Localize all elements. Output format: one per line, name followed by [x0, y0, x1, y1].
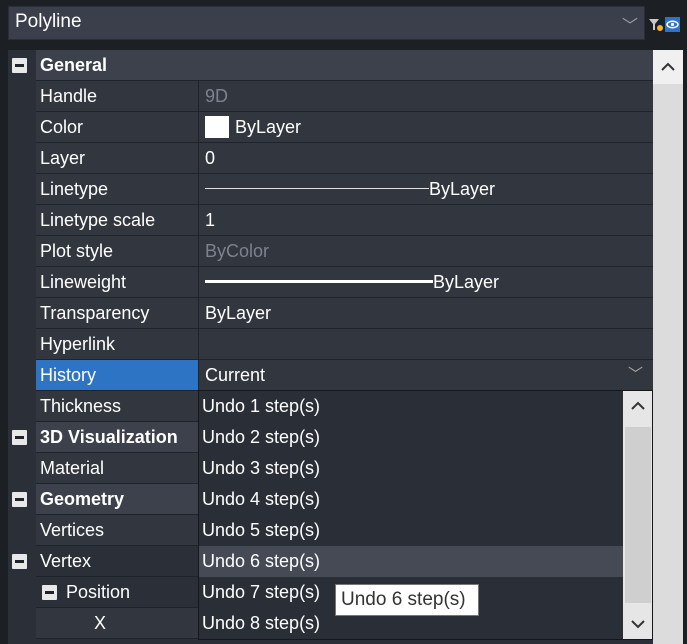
dropdown-option[interactable]: Undo 3 step(s) [199, 453, 623, 484]
property-name: Plot style [36, 236, 198, 266]
panel-scrollbar[interactable] [653, 50, 683, 644]
object-type-select[interactable]: Polyline ﹀ [8, 6, 645, 40]
property-name: Vertices [36, 515, 198, 545]
position-label: Position [66, 582, 131, 602]
property-value: 0 [198, 143, 653, 173]
property-name: Material [36, 453, 198, 483]
history-combo[interactable]: Current ﹀ [198, 360, 653, 390]
chevron-up-icon [661, 62, 675, 71]
property-name: Position [36, 577, 198, 607]
property-value: ByLayer [198, 112, 653, 142]
history-value: Current [205, 365, 266, 385]
linetype-value: ByLayer [429, 179, 496, 199]
color-value: ByLayer [235, 117, 302, 137]
tooltip: Undo 6 step(s) [335, 584, 479, 616]
dropdown-option[interactable]: Undo 5 step(s) [199, 515, 623, 546]
property-name: Layer [36, 143, 198, 173]
property-name: Handle [36, 81, 198, 111]
property-value: 1 [198, 205, 653, 235]
property-name: Vertex [36, 546, 198, 576]
chevron-down-icon: ﹀ [621, 18, 638, 35]
property-row-lineweight[interactable]: Lineweight ByLayer [8, 267, 653, 298]
minus-box-icon[interactable] [12, 492, 27, 507]
property-value: ByLayer [198, 298, 653, 328]
property-row-hyperlink[interactable]: Hyperlink [8, 329, 653, 360]
minus-box-icon[interactable] [12, 554, 27, 569]
property-value [198, 329, 653, 359]
dropdown-option[interactable]: Undo 2 step(s) [199, 422, 623, 453]
chevron-down-icon[interactable] [623, 609, 653, 639]
property-row-history[interactable]: History Current ﹀ [8, 360, 653, 391]
dropdown-scrollbar[interactable] [623, 391, 653, 639]
property-row-linetype[interactable]: Linetype ByLayer [8, 174, 653, 205]
property-name: Thickness [36, 391, 198, 421]
scroll-up-button[interactable] [653, 50, 683, 84]
topbar-tools [648, 14, 682, 36]
lineweight-preview-icon [205, 280, 433, 284]
property-row-transparency[interactable]: Transparency ByLayer [8, 298, 653, 329]
dropdown-option[interactable]: Undo 4 step(s) [199, 484, 623, 515]
dropdown-option-highlighted[interactable]: Undo 6 step(s) [199, 546, 623, 577]
minus-box-icon[interactable] [12, 58, 27, 73]
property-value: 9D [198, 81, 653, 111]
property-name: History [36, 360, 198, 390]
lineweight-value: ByLayer [433, 272, 500, 292]
property-name: Transparency [36, 298, 198, 328]
property-name: Color [36, 112, 198, 142]
property-name: Linetype scale [36, 205, 198, 235]
scroll-thumb[interactable] [625, 427, 651, 603]
property-row-layer[interactable]: Layer 0 [8, 143, 653, 174]
linetype-preview-icon [205, 188, 429, 190]
filter-icon[interactable] [649, 19, 663, 31]
color-swatch-icon [205, 115, 229, 138]
property-value: ByLayer [198, 267, 653, 297]
property-row-plot-style[interactable]: Plot style ByColor [8, 236, 653, 267]
dropdown-option[interactable]: Undo 1 step(s) [199, 391, 623, 422]
property-value: ByLayer [198, 174, 653, 204]
property-name: Lineweight [36, 267, 198, 297]
minus-box-icon[interactable] [12, 430, 27, 445]
property-row-linetype-scale[interactable]: Linetype scale 1 [8, 205, 653, 236]
eye-icon[interactable] [665, 17, 680, 32]
property-row-handle[interactable]: Handle 9D [8, 81, 653, 112]
property-name: Linetype [36, 174, 198, 204]
chevron-up-icon[interactable] [623, 391, 653, 421]
property-value: ByColor [198, 236, 653, 266]
property-row-color[interactable]: Color ByLayer [8, 112, 653, 143]
category-title: General [36, 50, 653, 80]
category-general[interactable]: General [8, 50, 653, 81]
property-name: Hyperlink [36, 329, 198, 359]
property-name: X [36, 608, 198, 638]
chevron-down-icon[interactable]: ﹀ [628, 360, 643, 390]
object-type-label: Polyline [15, 11, 82, 32]
minus-box-icon[interactable] [42, 585, 57, 600]
